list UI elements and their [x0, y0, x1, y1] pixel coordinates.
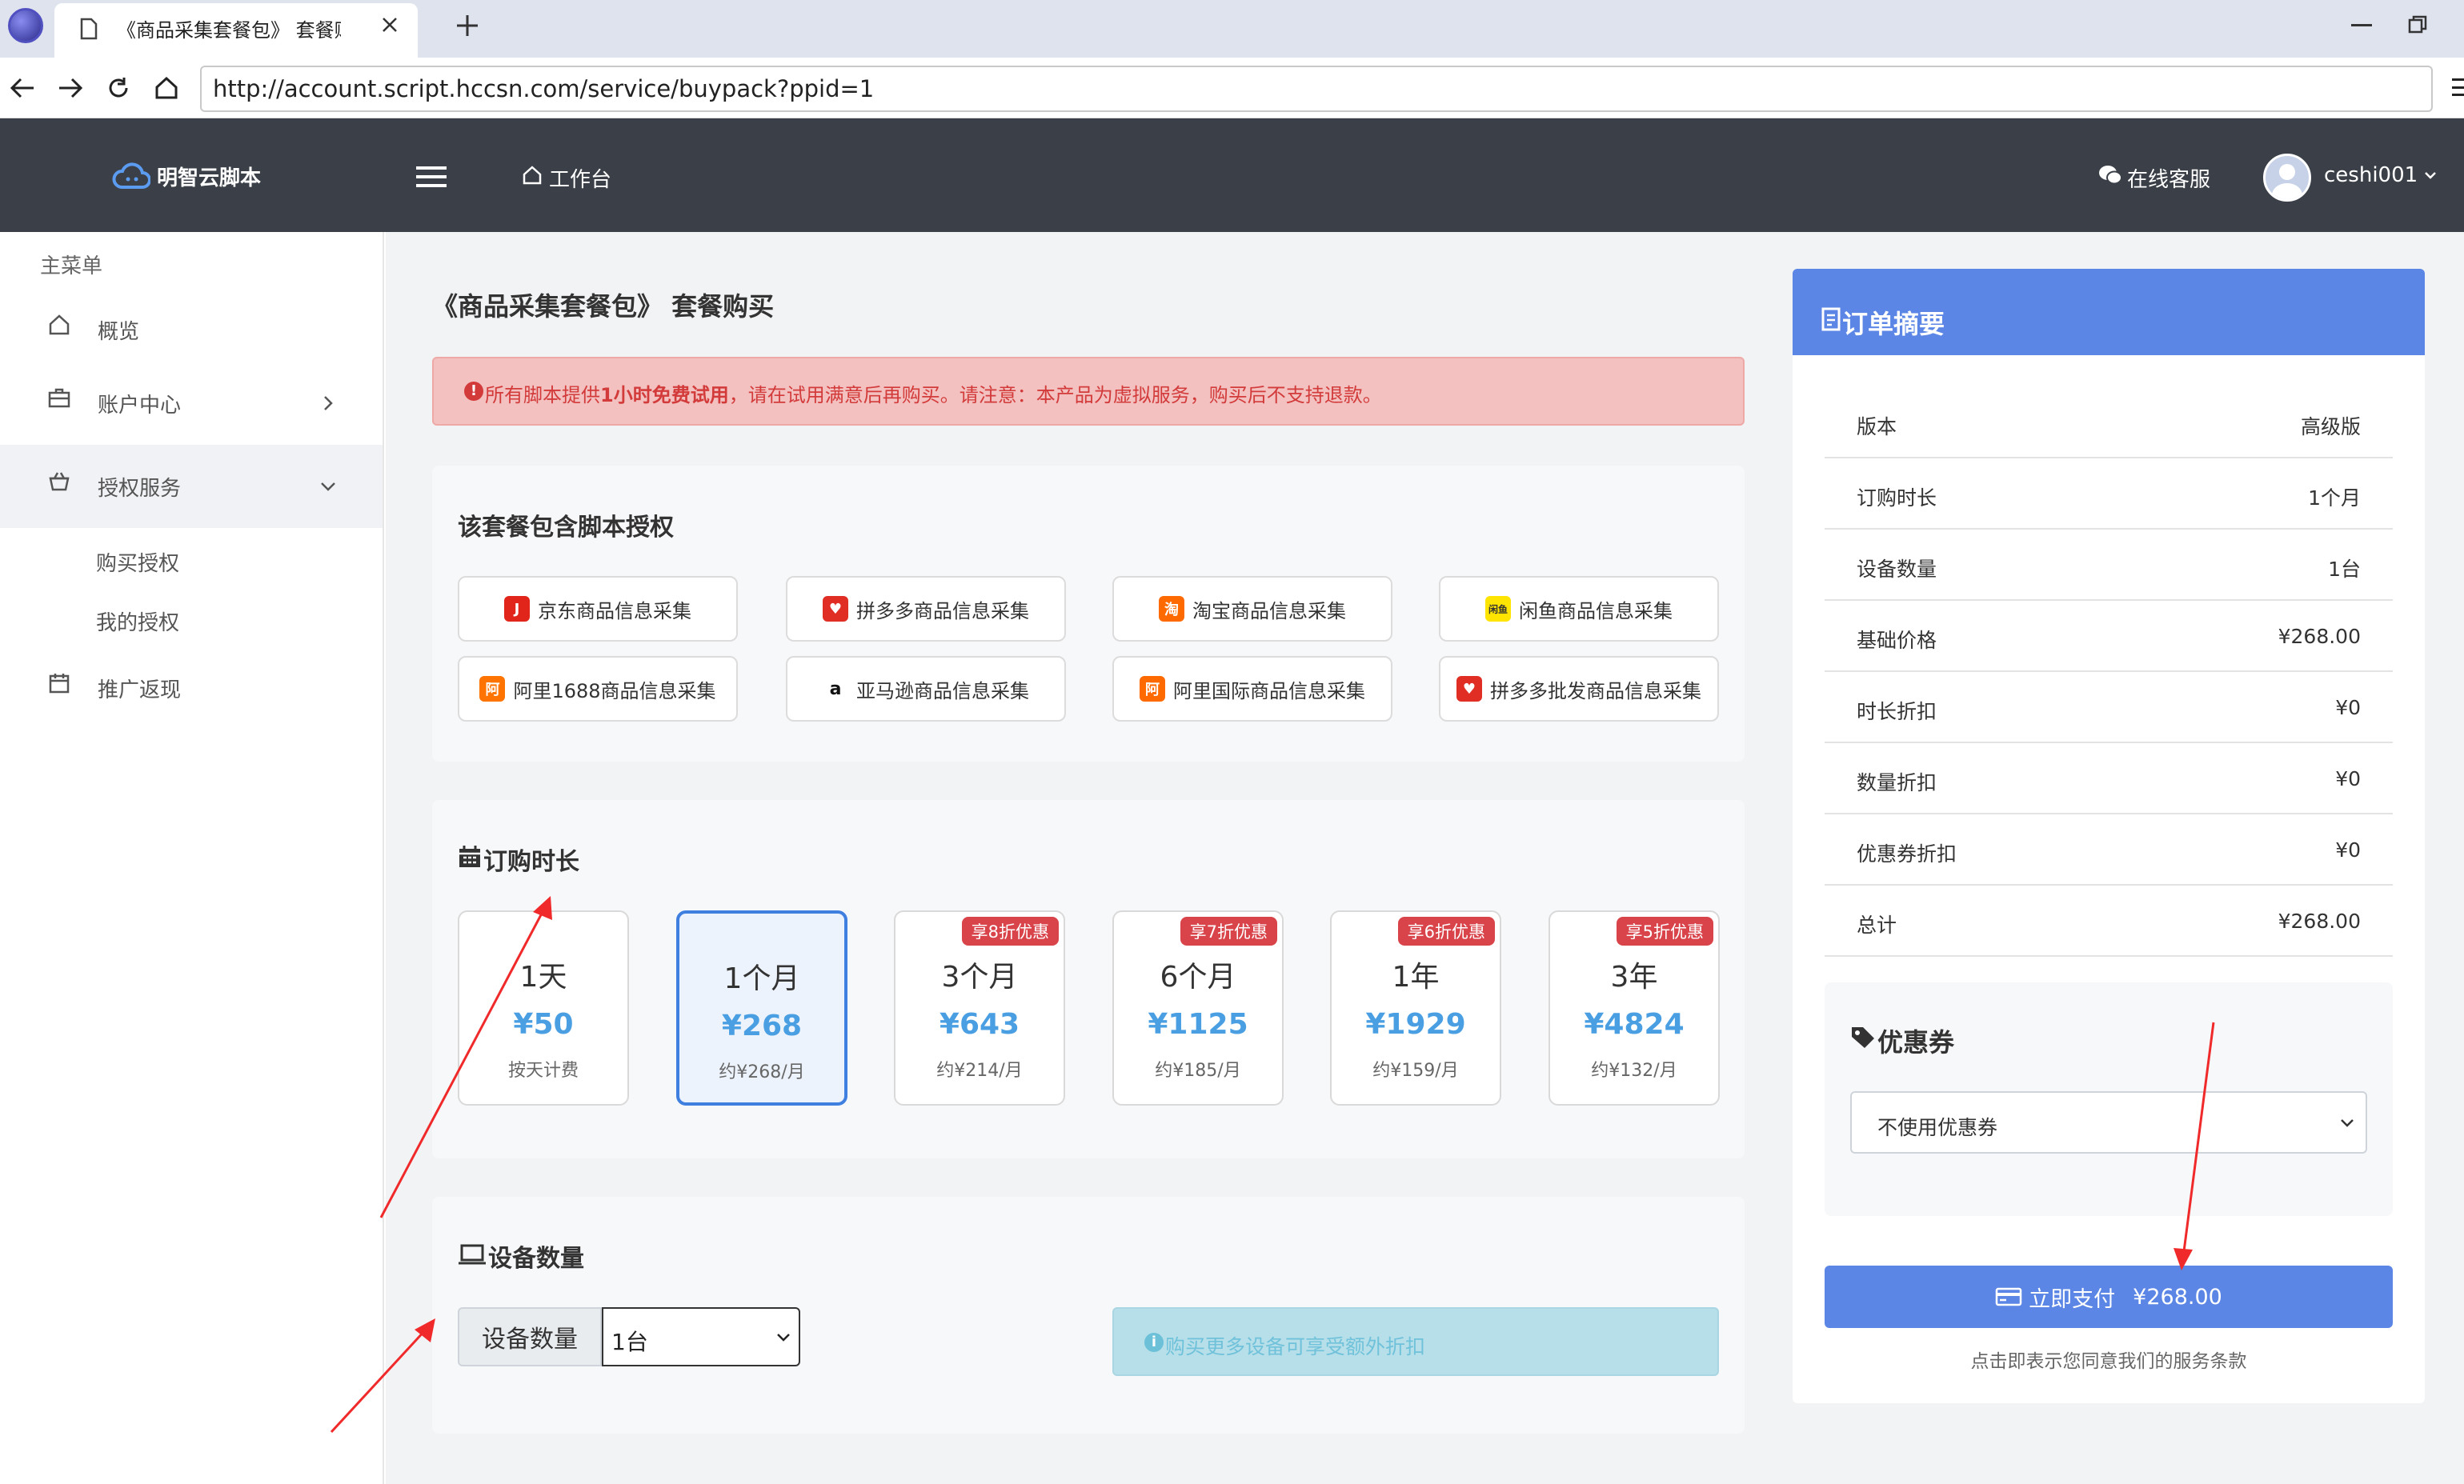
- arrow-to-duration: [379, 896, 552, 1218]
- arrow-to-pay: [2174, 1022, 2215, 1270]
- arrow-to-device: [330, 1318, 435, 1434]
- annotation-arrows: [330, 896, 2215, 1434]
